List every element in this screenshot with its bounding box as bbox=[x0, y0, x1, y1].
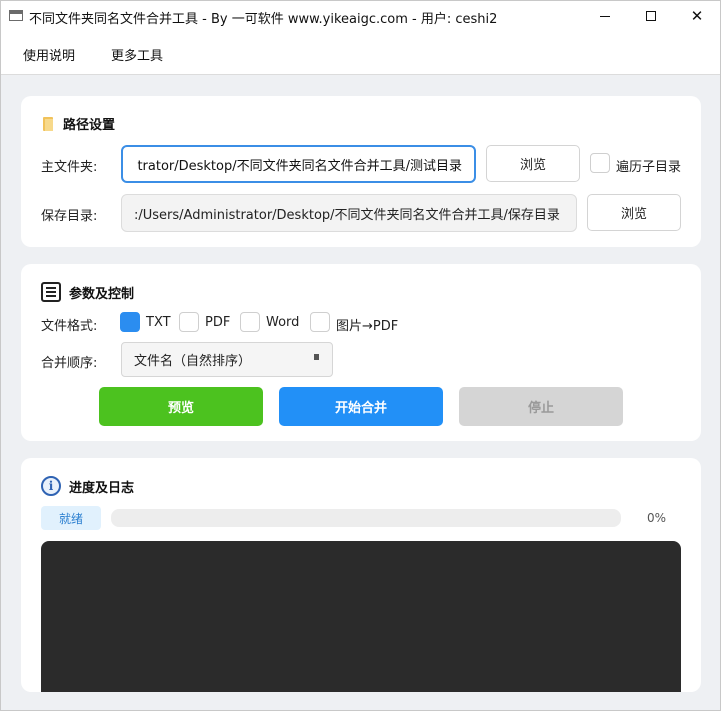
start-merge-button[interactable]: 开始合并 bbox=[279, 387, 443, 426]
close-icon: ✕ bbox=[690, 7, 704, 25]
minimize-button[interactable] bbox=[582, 1, 628, 31]
file-format-label: 文件格式: bbox=[41, 319, 98, 334]
menu-help[interactable]: 使用说明 bbox=[23, 45, 75, 64]
progress-log-header: i 进度及日志 bbox=[41, 476, 134, 496]
browse-save-button[interactable]: 浏览 bbox=[587, 194, 681, 231]
title-bar[interactable]: 不同文件夹同名文件合并工具 - By 一可软件 www.yikeaigc.com… bbox=[1, 1, 720, 31]
main-folder-input[interactable]: trator/Desktop/不同文件夹同名文件合并工具/测试目录 bbox=[121, 145, 476, 183]
format-image-pdf-label[interactable]: 图片→PDF bbox=[336, 315, 398, 334]
format-txt-label[interactable]: TXT bbox=[146, 315, 171, 330]
app-window: 不同文件夹同名文件合并工具 - By 一可软件 www.yikeaigc.com… bbox=[0, 0, 721, 711]
path-settings-card: 路径设置 主文件夹: trator/Desktop/不同文件夹同名文件合并工具/… bbox=[21, 96, 701, 247]
format-txt-checkbox[interactable] bbox=[120, 312, 140, 332]
window-title: 不同文件夹同名文件合并工具 - By 一可软件 www.yikeaigc.com… bbox=[29, 12, 498, 27]
maximize-button[interactable] bbox=[628, 1, 674, 31]
progress-log-title: 进度及日志 bbox=[69, 480, 135, 496]
path-settings-title: 路径设置 bbox=[63, 118, 116, 133]
params-header: 参数及控制 bbox=[41, 282, 134, 302]
params-title: 参数及控制 bbox=[69, 286, 135, 302]
format-word-checkbox[interactable] bbox=[240, 312, 260, 332]
browse-main-button[interactable]: 浏览 bbox=[486, 145, 580, 182]
format-pdf-checkbox[interactable] bbox=[179, 312, 199, 332]
params-card: 参数及控制 文件格式: TXT PDF Word 图片→PDF 合并顺序: 文件… bbox=[21, 264, 701, 441]
save-dir-value: :/Users/Administrator/Desktop/不同文件夹同名文件合… bbox=[134, 207, 560, 223]
main-folder-label: 主文件夹: bbox=[41, 160, 98, 175]
format-image-pdf-checkbox[interactable] bbox=[310, 312, 330, 332]
format-word-label[interactable]: Word bbox=[266, 315, 299, 330]
progress-percent: 0% bbox=[647, 511, 667, 525]
minimize-icon bbox=[600, 15, 610, 17]
log-output[interactable] bbox=[41, 541, 681, 692]
path-settings-header: 路径设置 bbox=[41, 114, 115, 133]
preview-button[interactable]: 预览 bbox=[99, 387, 263, 426]
stop-button: 停止 bbox=[459, 387, 623, 426]
menu-bar: 使用说明 更多工具 bbox=[1, 31, 720, 75]
app-window-icon bbox=[9, 10, 23, 21]
list-icon bbox=[41, 282, 61, 302]
format-pdf-label[interactable]: PDF bbox=[205, 315, 230, 330]
progress-bar bbox=[111, 509, 621, 527]
save-dir-input[interactable]: :/Users/Administrator/Desktop/不同文件夹同名文件合… bbox=[121, 194, 577, 232]
recurse-subdirs-label[interactable]: 遍历子目录 bbox=[616, 156, 681, 175]
dropdown-arrow-icon bbox=[314, 354, 319, 360]
save-dir-label: 保存目录: bbox=[41, 209, 98, 224]
menu-more-tools[interactable]: 更多工具 bbox=[111, 45, 163, 64]
recurse-subdirs-checkbox[interactable] bbox=[590, 153, 610, 173]
info-icon: i bbox=[41, 476, 61, 496]
folder-icon bbox=[41, 116, 55, 132]
status-badge: 就绪 bbox=[41, 506, 101, 530]
close-button[interactable]: ✕ bbox=[674, 1, 720, 31]
progress-log-card: i 进度及日志 就绪 0% bbox=[21, 458, 701, 692]
merge-order-value: 文件名（自然排序） bbox=[134, 354, 252, 369]
maximize-icon bbox=[646, 11, 656, 21]
merge-order-select[interactable]: 文件名（自然排序） bbox=[121, 342, 333, 377]
merge-order-label: 合并顺序: bbox=[41, 356, 98, 371]
main-folder-value: trator/Desktop/不同文件夹同名文件合并工具/测试目录 bbox=[137, 158, 462, 174]
